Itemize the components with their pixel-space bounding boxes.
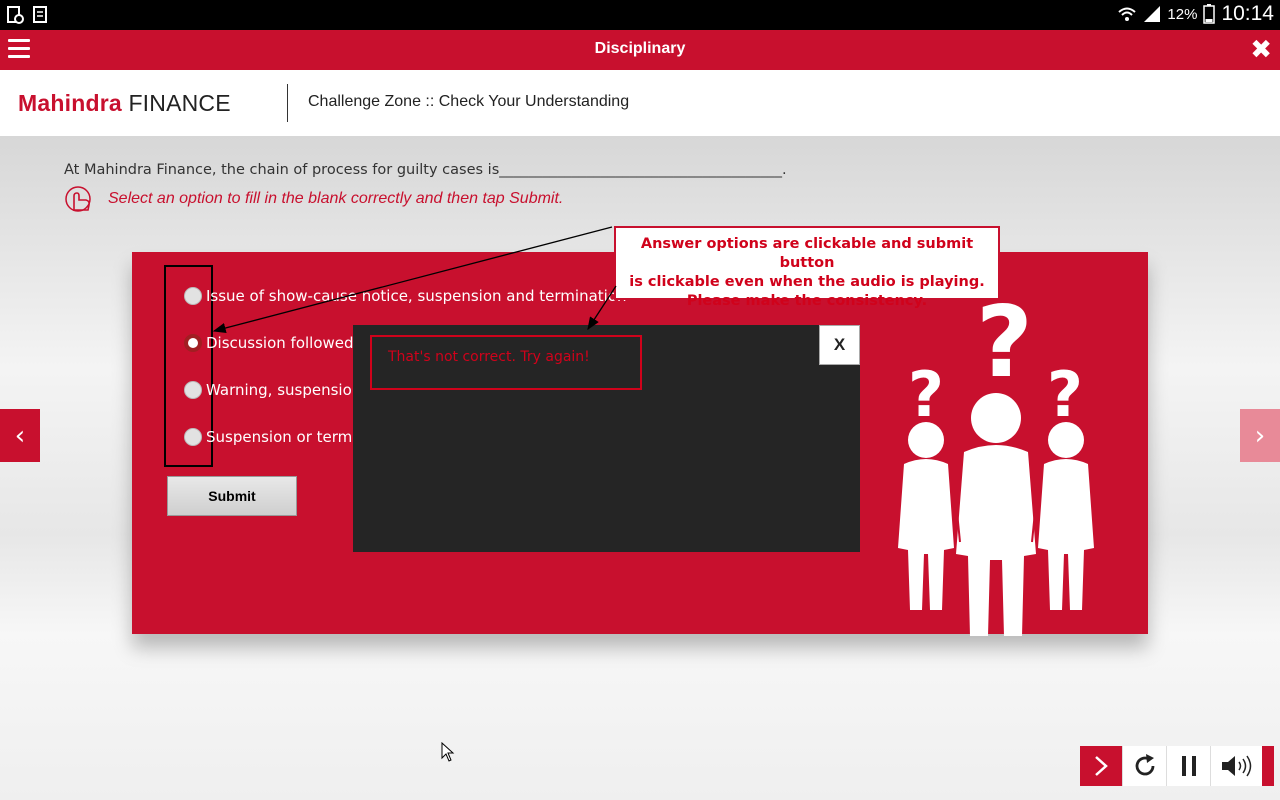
notification-doc-icon [7, 6, 24, 24]
logo-brand: Mahindra [18, 90, 122, 116]
confused-people-illustration: ? ? ? [898, 292, 1094, 636]
status-bar: 12% 10:14 [0, 0, 1280, 30]
volume-icon [1221, 755, 1251, 777]
option-label: Issue of show-cause notice, suspension a… [206, 287, 627, 305]
next-button[interactable] [1080, 746, 1122, 786]
battery-icon [1203, 4, 1216, 24]
svg-text:?: ? [908, 358, 944, 431]
question-text: At Mahindra Finance, the chain of proces… [64, 162, 787, 178]
course-header: Mahindra FINANCE Challenge Zone :: Check… [0, 70, 1280, 136]
notification-sheet-icon [33, 6, 47, 23]
option-radio[interactable] [184, 381, 202, 399]
callout-line-2: is clickable even when the audio is play… [629, 274, 985, 290]
signal-icon [1144, 6, 1161, 22]
option-radio-selected[interactable] [184, 334, 202, 352]
controls-edge [1262, 746, 1274, 786]
option-label: Warning, suspension [206, 381, 362, 399]
pause-icon [1181, 756, 1196, 776]
option-radio[interactable] [184, 428, 202, 446]
volume-button[interactable] [1210, 746, 1262, 786]
mouse-cursor-icon [441, 742, 455, 762]
wifi-icon [1118, 7, 1137, 21]
option-label: Discussion followed [206, 334, 354, 352]
svg-text:?: ? [1047, 358, 1083, 431]
close-icon[interactable]: ✖ [1250, 35, 1272, 65]
callout-line-3: Please make the consistency. [686, 293, 928, 309]
mahindra-finance-logo: Mahindra FINANCE [18, 90, 231, 117]
option-2[interactable]: Discussion followed [184, 334, 354, 352]
option-4[interactable]: Suspension or termi [184, 428, 356, 446]
review-callout: Answer options are clickable and submit … [614, 226, 1000, 309]
page-title: Disciplinary [594, 40, 686, 57]
option-radio[interactable] [184, 287, 202, 305]
header-divider [287, 84, 288, 122]
instruction-row: Select an option to fill in the blank co… [64, 184, 563, 214]
feedback-close-button[interactable]: X [819, 325, 860, 365]
callout-line-1: Answer options are clickable and submit … [640, 236, 974, 271]
clock: 10:14 [1221, 2, 1274, 25]
submit-button[interactable]: Submit [167, 476, 297, 516]
battery-percent: 12% [1167, 5, 1198, 23]
title-bar: Disciplinary ✖ [0, 30, 1280, 70]
option-1[interactable]: Issue of show-cause notice, suspension a… [184, 287, 627, 305]
feedback-message: That's not correct. Try again! [370, 335, 642, 390]
option-label: Suspension or termi [206, 428, 357, 446]
option-3[interactable]: Warning, suspension [184, 381, 361, 399]
feedback-popup: That's not correct. Try again! X [353, 325, 860, 552]
replay-button[interactable] [1122, 746, 1166, 786]
replay-icon [1135, 754, 1154, 776]
player-controls [1080, 746, 1280, 786]
chevron-right-icon [1095, 756, 1108, 776]
pause-button[interactable] [1166, 746, 1210, 786]
tap-hand-icon [65, 186, 91, 212]
instruction-text: Select an option to fill in the blank co… [108, 190, 564, 207]
content-area: At Mahindra Finance, the chain of proces… [0, 136, 1280, 800]
next-slide-button[interactable]: › [1240, 409, 1280, 462]
previous-slide-button[interactable]: ‹ [0, 409, 40, 462]
section-title: Challenge Zone :: Check Your Understandi… [308, 93, 630, 110]
logo-finance: FINANCE [128, 90, 231, 116]
